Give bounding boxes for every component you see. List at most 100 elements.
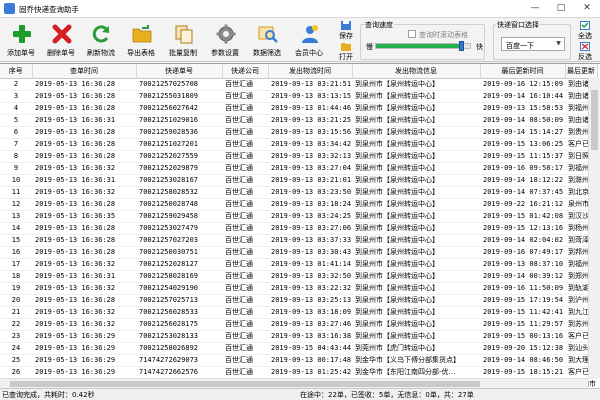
table-cell: 2019-05-13 16:36:28 (32, 294, 136, 307)
save-icon (341, 21, 351, 30)
table-row[interactable]: 22 2019-05-13 16:36:32 70021256028175 百世汇通 2… (0, 318, 597, 331)
save-button[interactable]: 保存 (335, 20, 357, 40)
vertical-scrollbar[interactable] (588, 78, 600, 378)
speed-slider[interactable] (375, 41, 471, 51)
table-cell: 到泉州市【泉州转运中心】 (352, 282, 480, 295)
invert-select-label: 反选 (578, 53, 592, 61)
table-cell: 2019-09-14 15:14:27 (480, 126, 565, 139)
member-center-button[interactable]: 会员中心 (290, 19, 328, 61)
refresh-logistics-button[interactable]: 刷新物流 (82, 19, 120, 61)
column-header[interactable]: 最后更新 (565, 64, 598, 79)
table-row[interactable]: 17 2019-05-13 16:36:32 70021252028127 百世汇通 2… (0, 258, 597, 271)
window-select-title: 快递窗口选择 (496, 20, 540, 30)
table-cell: 2019-09-13 03:18:24 (268, 198, 352, 211)
table-row[interactable]: 7 2019-05-13 16:36:28 70021251027201 百世汇通 20… (0, 138, 597, 151)
table-row[interactable]: 21 2019-05-13 16:36:32 70021256028533 百世汇通 2… (0, 306, 597, 319)
column-header[interactable]: 查单时间 (32, 64, 137, 79)
table-body: 2 2019-05-13 16:36:28 70021257025708 百世汇通 20… (0, 78, 597, 388)
column-header[interactable]: 快递单号 (136, 64, 223, 79)
table-row[interactable]: 13 2019-05-13 16:36:35 70021259029458 百世汇通 2… (0, 210, 597, 223)
column-header[interactable]: 发出物流信息 (352, 64, 481, 79)
table-row[interactable]: 5 2019-05-13 16:36:31 70021251029016 百世汇通 20… (0, 114, 597, 127)
table-cell: 到泉州市【泉州转运中心】 (352, 138, 480, 151)
table-cell: 70021256027642 (136, 102, 222, 115)
column-header[interactable]: 发出物流时间 (268, 64, 353, 79)
column-header[interactable]: 序号 (0, 64, 33, 79)
table-cell: 2019-05-13 16:36:28 (32, 78, 136, 91)
table-cell: 到泉州市【泉州转运中心】 (352, 114, 480, 127)
table-row[interactable]: 11 2019-05-13 16:36:32 70021258028532 百世汇通 2… (0, 186, 597, 199)
table-cell: 70021257027203 (136, 234, 222, 247)
invert-select-button[interactable]: 反选 (574, 41, 596, 61)
table-cell: 70021253028133 (136, 330, 222, 343)
table-cell: 百世汇通 (222, 150, 268, 163)
table-cell: 2019-09-13 03:13:15 (268, 90, 352, 103)
table-row[interactable]: 25 2019-05-13 16:36:29 71474272629073 百世汇通 2… (0, 354, 597, 367)
table-cell: 2019-05-13 16:36:31 (32, 174, 136, 187)
add-number-button[interactable]: 添加单号 (2, 19, 40, 61)
table-row[interactable]: 18 2019-05-13 16:36:31 70021258028169 百世汇通 2… (0, 270, 597, 283)
table-cell: 70021256028533 (136, 306, 222, 319)
close-button[interactable]: ✕ (574, 0, 600, 18)
add-number-label: 添加单号 (7, 49, 35, 57)
speed-slider-knob[interactable] (459, 41, 465, 51)
table-row[interactable]: 10 2019-05-13 16:36:31 70021253028167 百世汇通 2… (0, 174, 597, 187)
scroll-table-checkbox[interactable] (408, 30, 416, 38)
table-cell: 70021257025708 (136, 78, 222, 91)
table-row[interactable]: 3 2019-05-13 16:36:28 70021255031809 百世汇通 20… (0, 90, 597, 103)
table-row[interactable]: 8 2019-05-13 16:36:28 70021252027559 百世汇通 20… (0, 150, 597, 163)
table-row[interactable]: 26 2019-05-13 16:36:29 71474272662576 百世汇通 2… (0, 366, 597, 379)
table-row[interactable]: 19 2019-05-13 16:36:32 70021254029190 百世汇通 2… (0, 282, 597, 295)
horizontal-scrollbar[interactable] (0, 378, 588, 388)
table-row[interactable]: 20 2019-05-13 16:36:28 70021257025713 百世汇通 2… (0, 294, 597, 307)
user-icon (302, 25, 318, 43)
table-row[interactable]: 6 2019-05-13 16:36:28 70021259028536 百世汇通 20… (0, 126, 597, 139)
table-cell: 70021256028175 (136, 318, 222, 331)
column-header[interactable]: 快递公司 (222, 64, 269, 79)
maximize-button[interactable]: □ (548, 0, 574, 18)
table-row[interactable]: 9 2019-05-13 16:36:32 70021252029879 百世汇通 20… (0, 162, 597, 175)
table-cell: 百世汇通 (222, 78, 268, 91)
horizontal-scrollbar-thumb[interactable] (10, 381, 480, 387)
table-cell: 到泉州市【泉州转运中心】 (352, 246, 480, 259)
window-select-dropdown[interactable]: 百度一下 ▼ (501, 37, 565, 51)
table-cell: 到泉州市【泉州转运中心】 (352, 222, 480, 235)
data-filter-button[interactable]: 数据筛选 (248, 19, 286, 61)
app-icon (4, 3, 15, 14)
table-cell: 70021254029190 (136, 282, 222, 295)
table-row[interactable]: 24 2019-05-13 16:36:29 70021258026892 百世汇通 2… (0, 342, 597, 355)
table-cell: 百世汇通 (222, 342, 268, 355)
table-cell: 2019-09-15 13:06:25 (480, 138, 565, 151)
table-row[interactable]: 14 2019-05-13 16:36:28 70021253027479 百世汇通 2… (0, 222, 597, 235)
column-header[interactable]: 最后更新时间 (480, 64, 566, 79)
table-cell: 2019-09-13 03:24:25 (268, 210, 352, 223)
export-table-button[interactable]: 导出表格 (122, 19, 160, 61)
select-all-button[interactable]: 全选 (574, 20, 596, 40)
table-row[interactable]: 12 2019-05-13 16:36:28 70021250028748 百世汇通 2… (0, 198, 597, 211)
table-cell: 到泉州市【泉州转运中心】 (352, 258, 480, 271)
table-cell: 2019-09-15 17:19:54 (480, 294, 565, 307)
minimize-button[interactable]: — (522, 0, 548, 18)
table-row[interactable]: 23 2019-05-13 16:36:29 70021253028133 百世汇通 2… (0, 330, 597, 343)
table-cell: 2019-09-13 03:37:33 (268, 234, 352, 247)
table-cell: 16 (0, 246, 32, 259)
table-cell: 2019-09-13 08:37:10 (480, 258, 565, 271)
table-row[interactable]: 4 2019-05-13 16:36:28 70021256027642 百世汇通 20… (0, 102, 597, 115)
table-row[interactable]: 2 2019-05-13 16:36:28 70021257025708 百世汇通 20… (0, 78, 597, 91)
table-cell: 14 (0, 222, 32, 235)
table-row[interactable]: 15 2019-05-13 16:36:28 70021257027203 百世汇通 2… (0, 234, 597, 247)
status-bar: 已查询完成，共耗时：0.42秒 在途中：22单，已签收：5单，无信息：0单，共：… (0, 388, 600, 400)
delete-number-button[interactable]: 删除单号 (42, 19, 80, 61)
table-cell: 百世汇通 (222, 174, 268, 187)
vertical-scrollbar-thumb[interactable] (591, 90, 598, 150)
table-cell: 2019-09-15 01:42:08 (480, 210, 565, 223)
table-cell: 2019-05-13 16:36:32 (32, 258, 136, 271)
batch-copy-button[interactable]: 批量复制 (164, 19, 202, 61)
table-row[interactable]: 16 2019-05-13 16:36:28 70021250030751 百世汇通 2… (0, 246, 597, 259)
open-button[interactable]: 打开 (335, 41, 357, 61)
table-cell: 2019-05-13 16:36:28 (32, 198, 136, 211)
table-cell: 71474272662576 (136, 366, 222, 379)
table-cell: 6 (0, 126, 32, 139)
table-cell: 2019-09-13 01:44:46 (268, 102, 352, 115)
settings-button[interactable]: 参数设置 (206, 19, 244, 61)
